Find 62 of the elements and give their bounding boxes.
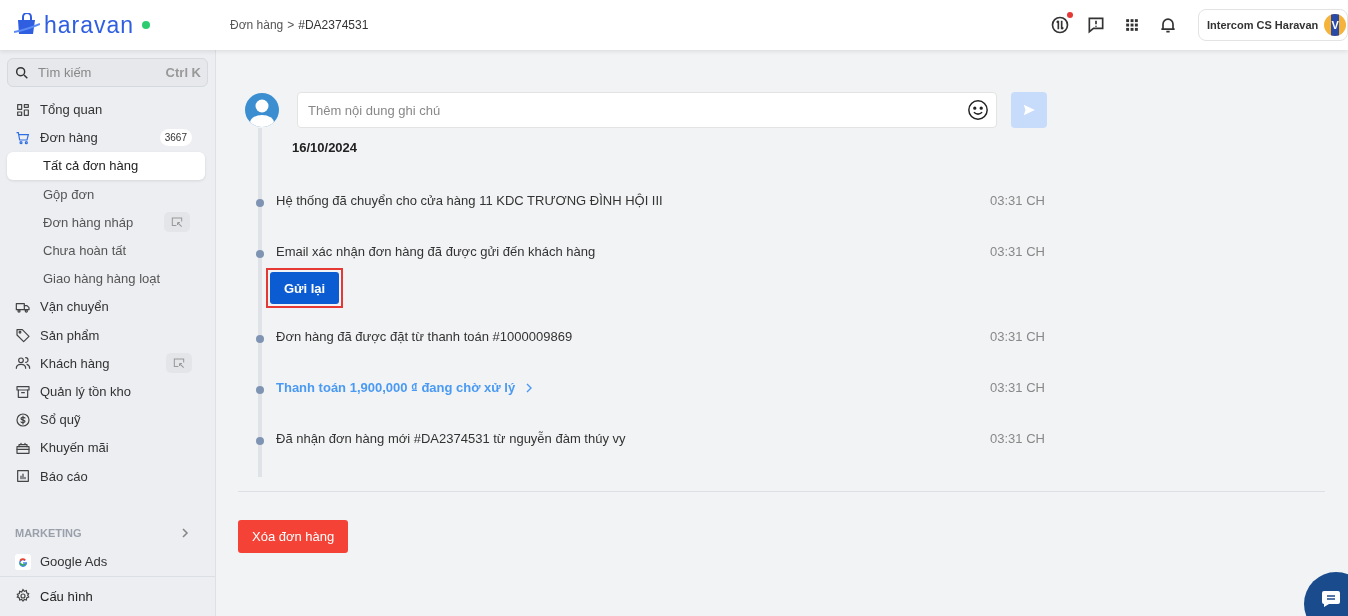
- resend-button[interactable]: Gửi lại: [270, 272, 340, 304]
- sidebar-subitem[interactable]: Giao hàng hàng loạt: [7, 264, 205, 293]
- timeline-dot: [256, 437, 264, 445]
- timeline-dot: [256, 199, 264, 207]
- emoji-icon[interactable]: [967, 99, 989, 121]
- logo-icon: [14, 13, 40, 37]
- sidebar-item[interactable]: Google Ads: [0, 547, 207, 576]
- chat-icon: [1321, 590, 1341, 608]
- search-icon: [14, 64, 30, 81]
- event-time: 03:31 CH: [990, 380, 1046, 397]
- event-time: 03:31 CH: [990, 329, 1046, 346]
- note-input[interactable]: Thêm nội dung ghi chú: [297, 92, 997, 128]
- event-text: Đơn hàng đã được đặt từ thanh toán #1000009869: [276, 329, 573, 344]
- chart-icon: [15, 468, 31, 485]
- breadcrumb-separator: >: [287, 18, 295, 32]
- event-time: 03:31 CH: [990, 431, 1046, 448]
- cart-icon: [15, 129, 31, 146]
- sidebar-item[interactable]: Khách hàng: [0, 349, 207, 378]
- event-text: Đã nhận đơn hàng mới #DA2374531 từ nguyễn đàm thúy vy: [276, 431, 626, 446]
- count-badge: 3667: [159, 129, 192, 147]
- archive-icon: [15, 383, 31, 400]
- event-text: Hệ thống đã chuyển cho cửa hàng 11 KDC TRƯƠNG ĐÌNH HỘI III: [276, 193, 663, 208]
- delete-order-button[interactable]: Xóa đơn hàng: [238, 520, 349, 553]
- sidebar-subitem[interactable]: Chưa hoàn tất: [7, 236, 205, 265]
- event-time: 03:31 CH: [990, 193, 1046, 210]
- shortcut-hint: Ctrl K: [165, 65, 201, 81]
- date-heading: 16/10/2024: [291, 139, 359, 157]
- sidebar-item[interactable]: Quản lý tồn kho: [0, 377, 207, 406]
- chevron-right-icon: [525, 382, 534, 393]
- sidebar-item[interactable]: Báo cáo: [0, 462, 207, 491]
- people-icon: [15, 355, 31, 372]
- sidebar-item[interactable]: Sản phẩm: [0, 321, 207, 350]
- event-time: 03:31 CH: [990, 244, 1046, 261]
- google-icon: [15, 553, 31, 570]
- sidebar-item[interactable]: Đơn hàng 3667: [0, 123, 207, 152]
- brand-name: haravan: [44, 11, 135, 39]
- sidebar-item[interactable]: Sổ quỹ: [0, 405, 207, 434]
- sidebar-item[interactable]: Vận chuyển: [0, 292, 207, 322]
- sync-icon[interactable]: [1050, 15, 1070, 35]
- account-button[interactable]: Intercom CS Haravan V: [1198, 9, 1348, 41]
- sidebar-subitem[interactable]: Gộp đơn: [7, 180, 205, 209]
- user-avatar-icon: [244, 92, 280, 128]
- sidebar-item[interactable]: Tổng quan: [0, 95, 207, 124]
- sidebar-subitem[interactable]: Tất cả đơn hàng: [7, 151, 205, 181]
- sidebar-subitem[interactable]: Đơn hàng nháp: [7, 208, 205, 237]
- tag-icon: [15, 327, 31, 344]
- feedback-icon[interactable]: [1086, 15, 1106, 35]
- event-text: Email xác nhận đơn hàng đã được gửi đến khách hàng: [276, 244, 596, 259]
- bell-icon[interactable]: [1158, 15, 1178, 35]
- send-icon: [1022, 103, 1036, 117]
- avatar: V: [1324, 14, 1347, 36]
- dollar-icon: [15, 411, 31, 428]
- section-title: MARKETING: [15, 526, 82, 539]
- sidebar-item[interactable]: Khuyến mãi: [0, 433, 207, 463]
- sidebar-item[interactable]: Cấu hình: [0, 575, 215, 616]
- breadcrumb-current: #DA2374531: [298, 18, 369, 32]
- dashboard-icon: [15, 101, 31, 118]
- breadcrumb-link[interactable]: Đơn hàng: [230, 18, 284, 32]
- timeline-dot: [256, 335, 264, 343]
- chevron-right-icon[interactable]: [180, 526, 190, 539]
- timeline-dot: [256, 250, 264, 258]
- timeline-dot: [256, 386, 264, 394]
